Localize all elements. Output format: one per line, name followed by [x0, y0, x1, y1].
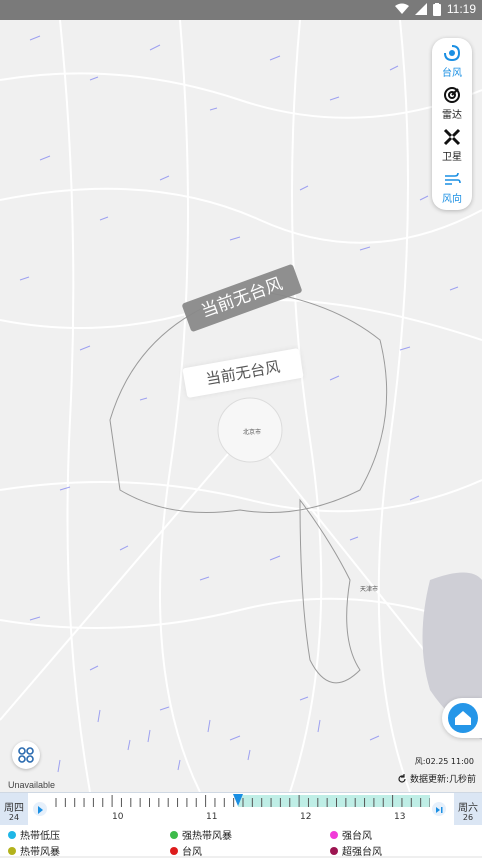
hour-label-10: 10 — [112, 812, 124, 822]
prev-day-label: 周四 — [4, 803, 24, 814]
legend-dot — [330, 846, 338, 855]
legend-label: 热带低压 — [20, 831, 60, 842]
legend-dot — [8, 830, 16, 839]
wind-data-time: 风:02.25 11:00 — [414, 757, 474, 766]
map-canvas — [0, 20, 482, 792]
prev-day-button[interactable]: 周四 24 — [0, 793, 28, 826]
layer-label-satellite: 卫星 — [442, 152, 462, 163]
battery-icon — [432, 2, 441, 16]
legend-dot — [8, 846, 16, 855]
play-icon — [38, 806, 43, 814]
typhoon-icon — [444, 45, 461, 62]
legend-dot — [170, 830, 178, 839]
prev-day-date: 24 — [8, 813, 20, 822]
legend-label: 强热带风暴 — [182, 831, 232, 842]
next-day-date: 26 — [462, 813, 474, 822]
layer-label-typhoon: 台风 — [442, 68, 462, 79]
hour-label-13: 13 — [394, 812, 406, 822]
next-day-button[interactable]: 周六 26 — [454, 793, 482, 826]
layer-label-wind: 风向 — [442, 194, 462, 205]
legend-dot — [170, 846, 178, 855]
update-status: 数据更新:几秒前 — [397, 772, 476, 785]
signal-icon — [414, 3, 427, 15]
hour-label-11: 11 — [206, 812, 218, 822]
radar-icon — [444, 87, 460, 103]
skip-next-button[interactable] — [432, 802, 446, 816]
layer-typhoon-button[interactable]: 台风 — [432, 40, 472, 80]
wifi-icon — [394, 3, 409, 14]
weather-map[interactable]: 北京市 天津市 — [0, 20, 482, 792]
layer-radar-button[interactable]: 雷达 — [432, 82, 472, 122]
home-locate-button[interactable] — [442, 698, 482, 738]
hour-label-12: 12 — [300, 812, 312, 822]
legend-item: 强台风 — [330, 827, 372, 842]
layer-switcher: 台风 雷达 卫星 风向 — [432, 38, 472, 210]
wind-icon — [445, 172, 461, 185]
next-day-label: 周六 — [458, 803, 478, 814]
city-label-tianjin: 天津市 — [360, 586, 379, 593]
status-bar: 11:19 — [0, 0, 482, 20]
time-slider[interactable]: 周四 24 10 11 12 13 周六 26 — [0, 792, 482, 826]
legend-item: 强热带风暴 — [170, 827, 232, 842]
home-icon — [455, 711, 471, 725]
map-menu-button[interactable] — [12, 741, 40, 769]
layer-wind-button[interactable]: 风向 — [432, 166, 472, 206]
legend-item: 热带低压 — [8, 827, 60, 842]
legend-label: 强台风 — [342, 831, 372, 842]
update-status-text: 数据更新:几秒前 — [409, 775, 476, 785]
map-attribution: Unavailable — [8, 780, 56, 790]
typhoon-legend: 热带低压 强热带风暴 强台风 热带风暴 台风 超强台风 — [0, 825, 482, 858]
grid-menu-icon — [18, 747, 34, 763]
layer-label-radar: 雷达 — [442, 110, 462, 121]
satellite-icon — [443, 128, 461, 146]
play-button[interactable] — [33, 802, 47, 816]
city-label-beijing: 北京市 — [243, 429, 262, 436]
layer-satellite-button[interactable]: 卫星 — [432, 124, 472, 164]
timeline-current-marker[interactable] — [233, 794, 244, 806]
skip-next-icon — [436, 807, 443, 813]
refresh-icon[interactable] — [397, 773, 407, 784]
status-time: 11:19 — [446, 2, 476, 16]
legend-dot — [330, 830, 338, 839]
